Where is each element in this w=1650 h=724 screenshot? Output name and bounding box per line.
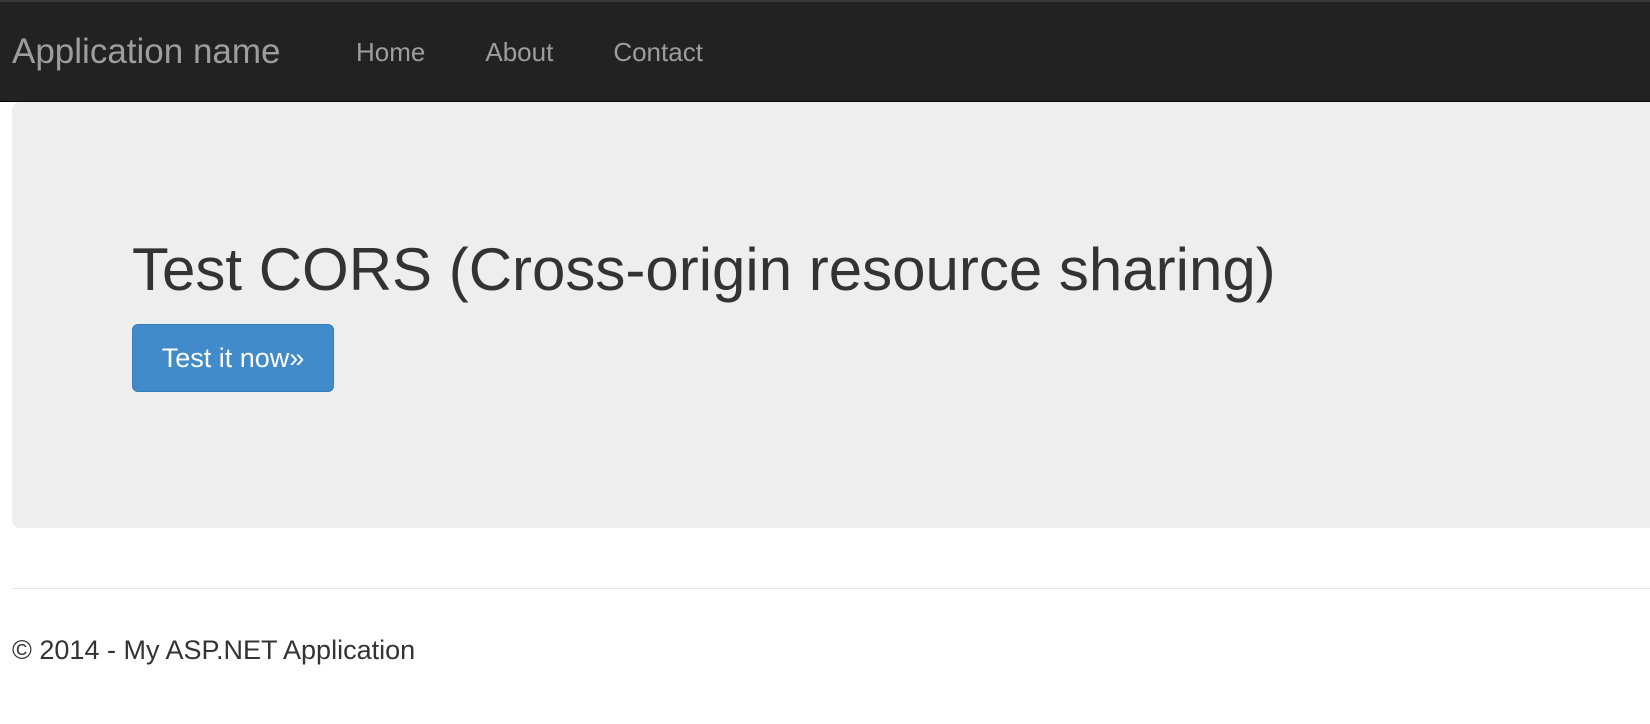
footer-copyright: © 2014 - My ASP.NET Application xyxy=(12,635,416,665)
app-brand-link[interactable]: Application name xyxy=(12,32,281,72)
page-title: Test CORS (Cross-origin resource sharing… xyxy=(132,236,1276,303)
jumbotron: Test CORS (Cross-origin resource sharing… xyxy=(12,102,1650,528)
nav-link-home[interactable]: Home xyxy=(326,2,455,102)
nav-link-about[interactable]: About xyxy=(455,2,583,102)
top-navbar: Application name Home About Contact xyxy=(0,0,1650,102)
footer-divider xyxy=(12,588,1650,589)
main-nav: Home About Contact xyxy=(326,2,733,102)
nav-link-contact[interactable]: Contact xyxy=(583,2,733,102)
test-it-now-button[interactable]: Test it now» xyxy=(132,324,334,392)
